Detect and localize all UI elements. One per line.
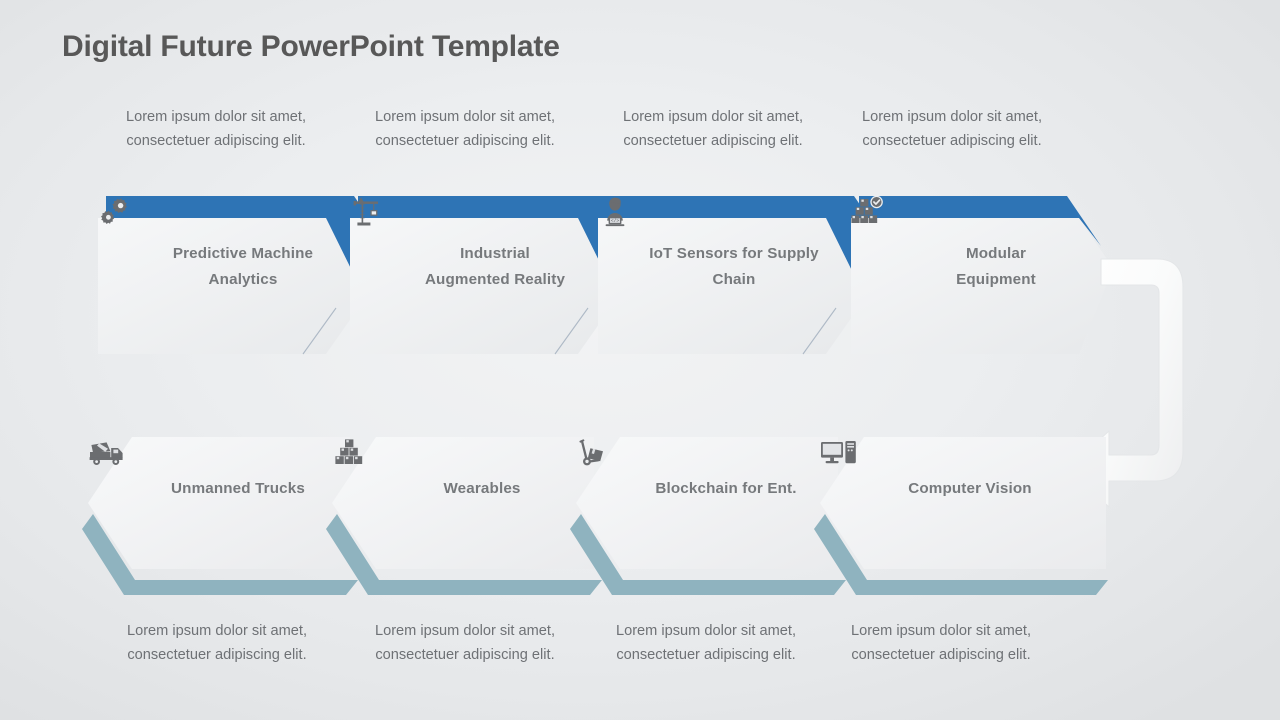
top-caption-1: Lorem ipsum dolor sit amet, consectetuer… (125, 109, 307, 149)
chevron-card-top-3[interactable]: </> IoT Sensors for Supply Chain (598, 196, 888, 355)
chevron-card-top-1[interactable]: Predictive Machine Analytics (98, 196, 388, 355)
top-caption-4: Lorem ipsum dolor sit amet, consectetuer… (861, 109, 1043, 149)
bottom-caption-4: Lorem ipsum dolor sit amet, consectetuer… (850, 623, 1032, 663)
page-title: Digital Future PowerPoint Template (62, 30, 560, 63)
chevron-card-bottom-4[interactable]: Computer Vision (814, 437, 1120, 595)
chevron-card-top-2[interactable]: Industrial Augmented Reality (350, 196, 640, 355)
slide-canvas: Digital Future PowerPoint Template Lorem… (0, 0, 1280, 720)
top-caption-2: Lorem ipsum dolor sit amet, consectetuer… (374, 109, 556, 149)
bottom-caption-3: Lorem ipsum dolor sit amet, consectetuer… (615, 623, 797, 663)
top-caption-3: Lorem ipsum dolor sit amet, consectetuer… (622, 109, 804, 149)
bottom-caption-2: Lorem ipsum dolor sit amet, consectetuer… (374, 623, 556, 663)
bottom-caption-1: Lorem ipsum dolor sit amet, consectetuer… (126, 623, 308, 663)
